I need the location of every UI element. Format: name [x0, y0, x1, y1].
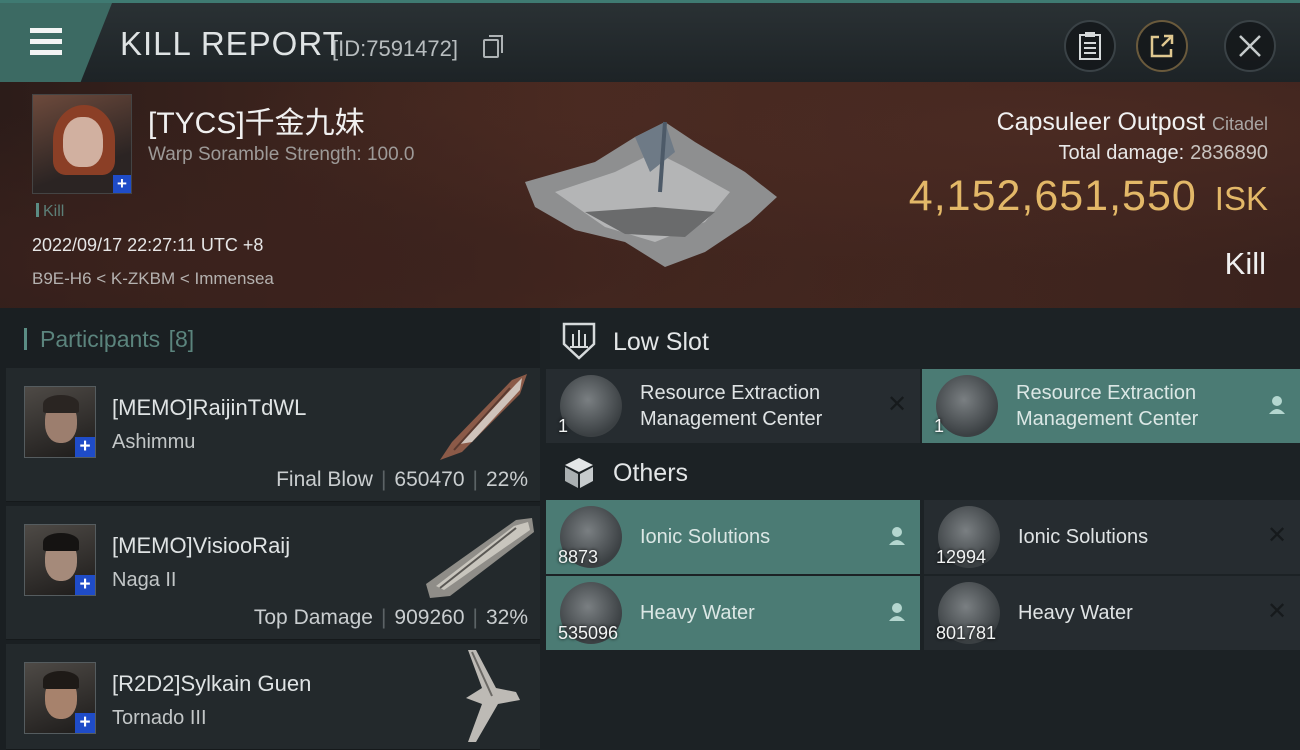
participant-role: Top Damage [253, 606, 373, 629]
structure-name: Capsuleer Outpost Citadel [996, 108, 1268, 136]
item-quantity: 801781 [936, 623, 997, 643]
plus-icon: + [75, 437, 95, 457]
pilot-icon [886, 525, 908, 547]
items-panel: Low Slot 1 Resource Extraction Management… [540, 308, 1300, 750]
share-icon [1150, 34, 1174, 58]
plus-icon: + [75, 575, 95, 595]
item-card[interactable]: 12994 Ionic Solutions ✕ [924, 500, 1300, 574]
pilot-icon [1266, 394, 1288, 416]
participant-percent: 22% [485, 468, 528, 491]
participants-panel: Participants [8] + [MEMO]RaijinTdWL Ashi… [0, 308, 540, 750]
kill-tag: Kill [36, 203, 64, 221]
kill-datetime: 2022/09/17 22:27:11 UTC +8 [32, 235, 264, 255]
participant-damage: 650470 [394, 468, 465, 491]
kill-location: B9E-H6 < K-ZKBM < Immensea [32, 269, 274, 288]
participant-ship: Naga II [112, 569, 177, 591]
plus-icon: + [75, 713, 95, 733]
item-card[interactable]: 535096 Heavy Water [546, 576, 920, 650]
menu-button[interactable] [0, 3, 112, 82]
participant-ship: Tornado III [112, 707, 207, 729]
item-name: Heavy Water [640, 602, 755, 624]
close-button[interactable] [1224, 20, 1276, 72]
item-thumbnail [936, 375, 998, 437]
participant-ship: Ashimmu [112, 431, 196, 453]
participant-row[interactable]: + [MEMO]RaijinTdWL Ashimmu Final Blow | 65… [6, 368, 540, 502]
avatar[interactable]: + [24, 662, 96, 734]
item-card[interactable]: 1 Resource Extraction Management Center ✕ [546, 369, 920, 443]
ship-image [440, 374, 527, 460]
scramble-strength: Warp Soramble Strength: 100.0 [148, 144, 415, 165]
participant-percent: 32% [485, 606, 528, 629]
copy-icon[interactable] [483, 35, 503, 58]
isk-value-row: 4,152,651,550 ISK [909, 172, 1268, 221]
item-quantity: 8873 [558, 547, 599, 567]
item-quantity: 535096 [558, 623, 619, 643]
item-quantity: 1 [558, 416, 569, 436]
section-low-slot: Low Slot [613, 328, 709, 356]
item-card[interactable]: 8873 Ionic Solutions [546, 500, 920, 574]
share-button[interactable] [1136, 20, 1188, 72]
page-title: KILL REPORT [120, 25, 344, 62]
participant-stats: Final Blow | 650470 | 22% [276, 468, 528, 491]
low-slot-icon [562, 322, 596, 360]
report-id: [ID:7591472] [332, 36, 458, 61]
item-name: Heavy Water [1018, 602, 1133, 624]
kill-summary: + [TYCS]千金九妹 Warp Soramble Strength: 100… [0, 82, 1300, 308]
top-bar: KILL REPORT [ID:7591472] [0, 0, 1300, 82]
victim-portrait[interactable]: + [32, 94, 132, 194]
isk-unit: ISK [1214, 180, 1268, 217]
item-name: Ionic Solutions [640, 526, 771, 548]
item-thumbnail [560, 375, 622, 437]
participants-count: [8] [168, 326, 195, 352]
participant-role: Final Blow [276, 468, 373, 491]
section-others: Others [613, 459, 689, 487]
x-mark-icon: ✕ [886, 391, 908, 418]
structure-type: Citadel [1211, 114, 1268, 134]
clipboard-icon [1079, 32, 1101, 60]
close-icon [1239, 35, 1261, 57]
x-mark-icon: ✕ [1266, 598, 1288, 625]
item-name: Ionic Solutions [1018, 526, 1149, 548]
pilot-icon [886, 601, 908, 623]
participant-name: [R2D2]Sylkain Guen [112, 671, 312, 696]
participant-stats: Top Damage | 909260 | 32% [253, 606, 528, 629]
structure-image [525, 121, 777, 267]
participant-damage: 909260 [394, 606, 465, 629]
total-damage-value: 2836890 [1190, 142, 1268, 164]
avatar[interactable]: + [24, 524, 96, 596]
plus-icon: + [113, 175, 131, 193]
participant-name: [MEMO]VisiooRaij [112, 533, 291, 558]
x-mark-icon: ✕ [1266, 522, 1288, 549]
total-damage: Total damage: 2836890 [1058, 142, 1268, 164]
item-card[interactable]: 801781 Heavy Water ✕ [924, 576, 1300, 650]
isk-value: 4,152,651,550 [908, 172, 1197, 220]
participant-row[interactable]: + [MEMO]VisiooRaij Naga II Top Damage | 90… [6, 506, 540, 640]
ship-image [466, 650, 520, 742]
avatar[interactable]: + [24, 386, 96, 458]
kill-result: Kill [1224, 246, 1266, 281]
clipboard-button[interactable] [1064, 20, 1116, 72]
item-quantity: 1 [934, 416, 945, 436]
item-quantity: 12994 [936, 547, 987, 567]
victim-name[interactable]: [TYCS]千金九妹 [148, 98, 365, 142]
item-name: Resource Extraction Management Center [1016, 382, 1199, 430]
participant-row[interactable]: + [R2D2]Sylkain Guen Tornado III [6, 644, 540, 750]
item-card[interactable]: 1 Resource Extraction Management Center [922, 369, 1300, 443]
participants-header: Participants [8] [23, 326, 195, 353]
item-name: Resource Extraction Management Center [640, 382, 823, 430]
cube-icon [565, 458, 593, 488]
participant-name: [MEMO]RaijinTdWL [112, 395, 307, 420]
ship-image [426, 518, 534, 598]
